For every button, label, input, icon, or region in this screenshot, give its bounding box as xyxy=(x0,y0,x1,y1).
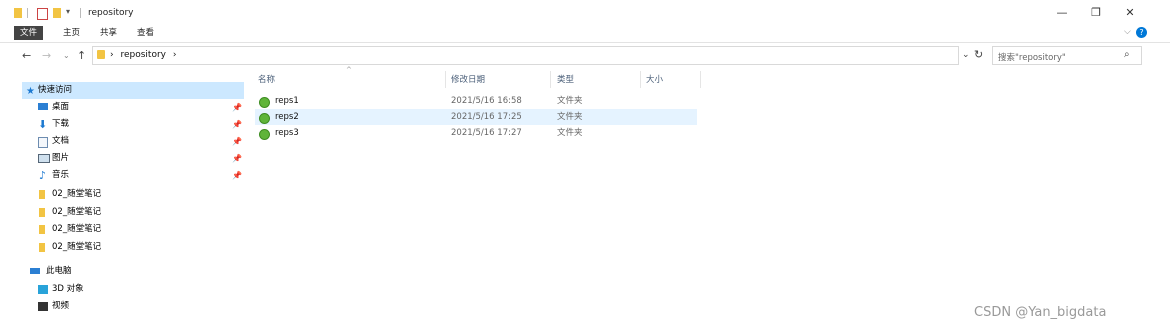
column-divider[interactable] xyxy=(445,71,446,88)
cube-icon xyxy=(38,285,48,294)
customize-toolbar-icon[interactable]: ▾ xyxy=(66,7,70,16)
restore-button[interactable]: ❐ xyxy=(1080,4,1112,22)
file-date: 2021/5/16 17:27 xyxy=(451,128,522,138)
divider xyxy=(80,8,81,18)
title-bar: ▾ repository — ❐ ✕ xyxy=(0,0,1170,24)
folder-sync-icon xyxy=(259,113,270,124)
refresh-button[interactable]: ↻ xyxy=(974,48,983,61)
properties-icon[interactable] xyxy=(37,8,48,20)
column-header-date[interactable]: 修改日期 xyxy=(451,73,485,88)
sidebar-item-music[interactable]: ♪ 音乐 📌 xyxy=(22,167,244,184)
breadcrumb-repository[interactable]: repository xyxy=(120,50,166,60)
forward-button[interactable]: → xyxy=(42,49,51,62)
search-placeholder: 搜索"repository" xyxy=(998,53,1066,63)
desktop-icon xyxy=(38,103,48,110)
window-title: repository xyxy=(88,8,134,18)
search-icon[interactable]: ⌕ xyxy=(1124,49,1130,60)
ribbon-divider xyxy=(0,42,1170,43)
tab-share[interactable]: 共享 xyxy=(94,26,123,40)
pin-icon[interactable]: 📌 xyxy=(232,167,242,184)
address-dropdown-button[interactable]: ⌄ xyxy=(962,50,970,60)
folder-icon xyxy=(39,208,45,217)
minimize-button[interactable]: — xyxy=(1046,4,1078,22)
file-row[interactable]: reps1 2021/5/16 16:58 文件夹 xyxy=(255,93,697,109)
sidebar-item-3d-objects[interactable]: 3D 对象 xyxy=(22,281,244,298)
folder-sync-icon xyxy=(259,129,270,140)
new-folder-icon[interactable] xyxy=(53,8,61,18)
column-divider[interactable] xyxy=(700,71,701,88)
tab-home[interactable]: 主页 xyxy=(57,26,86,40)
tab-file[interactable]: 文件 xyxy=(14,26,44,40)
sidebar-item-downloads[interactable]: ⬇ 下载 📌 xyxy=(22,116,244,133)
document-icon xyxy=(38,137,48,148)
folder-sync-icon xyxy=(259,97,270,108)
pin-icon[interactable]: 📌 xyxy=(232,133,242,150)
pictures-icon xyxy=(38,154,50,163)
sidebar-item-folder[interactable]: 02_随堂笔记 xyxy=(22,221,244,238)
sidebar-item-documents[interactable]: 文档 📌 xyxy=(22,133,244,150)
folder-icon xyxy=(39,190,45,199)
column-divider[interactable] xyxy=(550,71,551,88)
address-bar[interactable] xyxy=(92,46,959,65)
file-name: reps1 xyxy=(275,96,299,106)
sidebar-item-folder[interactable]: 02_随堂笔记 xyxy=(22,204,244,221)
folder-icon xyxy=(39,243,45,252)
pin-icon[interactable]: 📌 xyxy=(232,99,242,116)
back-button[interactable]: ← xyxy=(22,49,31,62)
sidebar-item-pictures[interactable]: 图片 📌 xyxy=(22,150,244,167)
column-header-type[interactable]: 类型 xyxy=(557,73,574,88)
close-button[interactable]: ✕ xyxy=(1114,4,1146,22)
music-icon: ♪ xyxy=(39,169,47,182)
folder-icon xyxy=(97,50,105,59)
file-name: reps3 xyxy=(275,128,299,138)
sidebar-item-quick-access[interactable]: ★ 快速访问 xyxy=(22,82,244,99)
sort-indicator-icon: ^ xyxy=(346,66,352,74)
video-icon xyxy=(38,302,48,311)
tab-view[interactable]: 查看 xyxy=(131,26,160,40)
column-divider[interactable] xyxy=(640,71,641,88)
sidebar-item-videos[interactable]: 视频 xyxy=(22,298,244,315)
sidebar-item-folder[interactable]: 02_随堂笔记 xyxy=(22,239,244,256)
breadcrumb-separator[interactable]: › xyxy=(173,50,177,60)
file-type: 文件夹 xyxy=(557,112,583,122)
file-row[interactable]: reps2 2021/5/16 17:25 文件夹 xyxy=(255,109,697,125)
recent-locations-button[interactable]: ⌄ xyxy=(63,51,70,60)
divider xyxy=(27,8,28,18)
file-date: 2021/5/16 16:58 xyxy=(451,96,522,106)
up-button[interactable]: ↑ xyxy=(77,49,86,62)
sidebar-item-desktop[interactable]: 桌面 📌 xyxy=(22,99,244,116)
folder-icon xyxy=(14,8,22,18)
expand-ribbon-icon[interactable]: ⌵ xyxy=(1124,27,1131,37)
watermark: CSDN @Yan_bigdata xyxy=(974,305,1107,320)
breadcrumb-separator[interactable]: › xyxy=(110,50,114,60)
pin-icon[interactable]: 📌 xyxy=(232,150,242,167)
file-name: reps2 xyxy=(275,112,299,122)
download-icon: ⬇ xyxy=(38,118,48,131)
help-icon[interactable]: ? xyxy=(1136,27,1147,38)
file-date: 2021/5/16 17:25 xyxy=(451,112,522,122)
star-icon: ★ xyxy=(26,86,35,97)
sidebar-item-this-pc[interactable]: 此电脑 xyxy=(22,263,244,280)
file-row[interactable]: reps3 2021/5/16 17:27 文件夹 xyxy=(255,125,697,141)
column-header-name[interactable]: 名称 xyxy=(258,73,275,88)
file-type: 文件夹 xyxy=(557,96,583,106)
pin-icon[interactable]: 📌 xyxy=(232,116,242,133)
column-header-size[interactable]: 大小 xyxy=(646,73,663,88)
computer-icon xyxy=(30,268,40,274)
file-type: 文件夹 xyxy=(557,128,583,138)
sidebar-item-folder[interactable]: 02_随堂笔记 xyxy=(22,186,244,203)
address-path[interactable]: › repository › xyxy=(110,50,176,60)
folder-icon xyxy=(39,225,45,234)
